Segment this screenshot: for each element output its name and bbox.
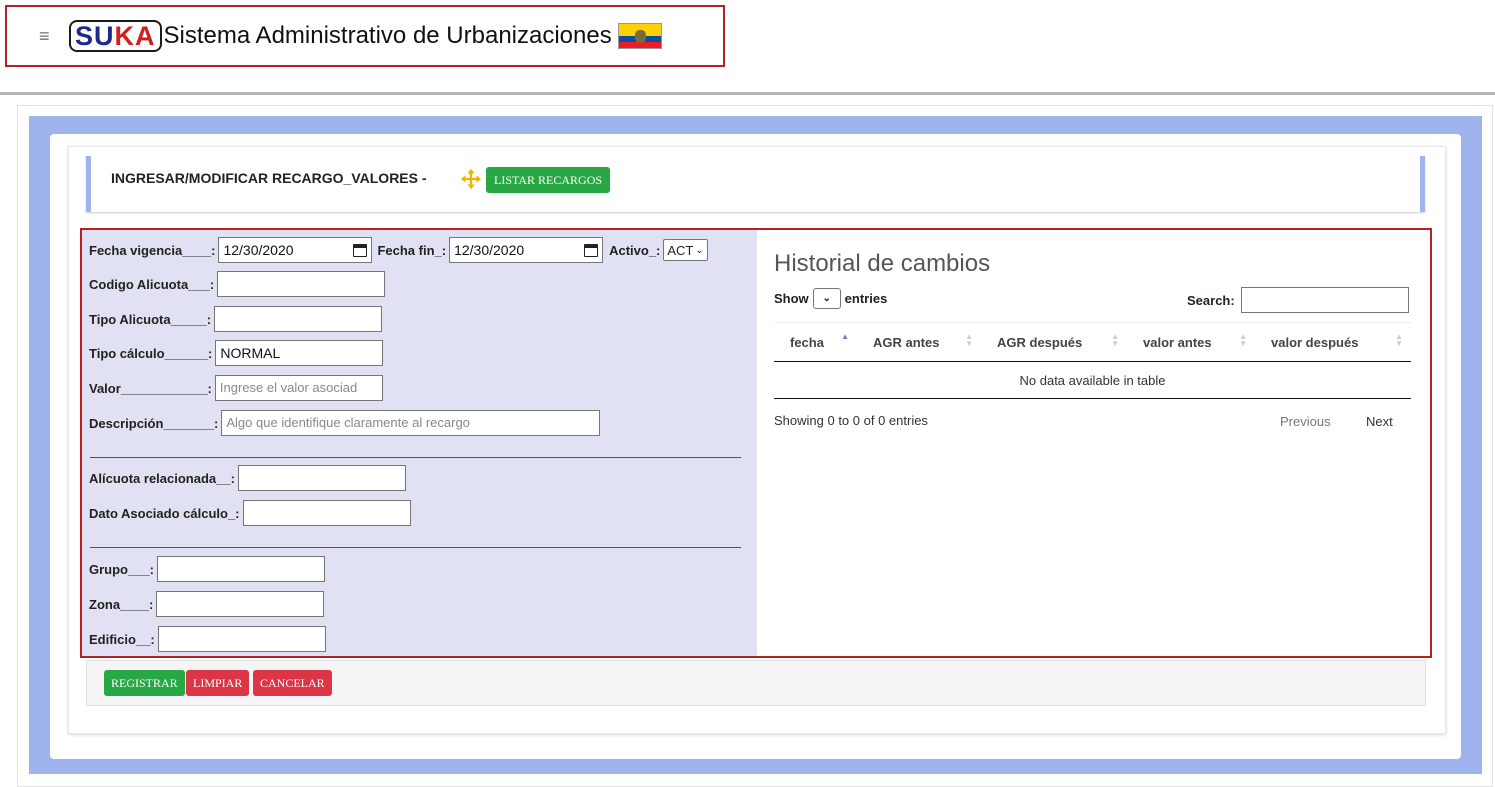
sort-icon: ▲ ▼ xyxy=(1239,331,1247,348)
row-tipo-alicuota: Tipo Alicuota_____: xyxy=(89,306,383,332)
history-title: Historial de cambios xyxy=(774,250,991,277)
ecuador-flag-icon xyxy=(617,23,662,49)
row-descripcion: Descripción_______: Algo que identifique… xyxy=(89,410,601,436)
logo-text-part1: SU xyxy=(75,20,115,51)
column-fecha[interactable]: fecha ▲ xyxy=(774,331,857,350)
previous-page-button[interactable]: Previous xyxy=(1280,414,1331,429)
fecha-vigencia-label: Fecha vigencia____: xyxy=(89,242,216,258)
search-label: Search: xyxy=(1187,292,1235,308)
form-actions: REGISTRAR LIMPIAR CANCELAR xyxy=(86,660,1426,706)
sort-icon: ▲ xyxy=(841,331,849,341)
register-button[interactable]: REGISTRAR xyxy=(104,670,185,696)
tipo-alicuota-label: Tipo Alicuota_____: xyxy=(89,311,212,327)
calendar-icon[interactable] xyxy=(353,243,368,257)
history-panel: Historial de cambios Show ⌄ entries Sear… xyxy=(757,230,1430,656)
separator-line xyxy=(90,457,741,458)
move-arrows-icon[interactable] xyxy=(460,168,482,190)
row-zona: Zona____: xyxy=(89,591,325,617)
logo-text-part2: KA xyxy=(114,20,156,51)
row-alicuota-relacionada: Alícuota relacionada__: xyxy=(89,465,406,491)
brand-box: ≡ SU KA Sistema Administrativo de Urbaniz… xyxy=(5,5,725,67)
entries-label: entries xyxy=(844,291,888,306)
table-info: Showing 0 to 0 of 0 entries xyxy=(774,413,928,428)
list-surcharges-button[interactable]: LISTAR RECARGOS xyxy=(486,167,611,193)
suka-logo: SU KA xyxy=(69,20,162,52)
column-agr-despues[interactable]: AGR después ▲ ▼ xyxy=(981,331,1127,350)
column-agr-antes[interactable]: AGR antes ▲ ▼ xyxy=(857,331,981,350)
grupo-input[interactable] xyxy=(157,556,326,582)
activo-value: ACT xyxy=(667,242,694,258)
app-title: Sistema Administrativo de Urbanizaciones xyxy=(163,22,612,49)
row-dates: Fecha vigencia____: 12/30/2020 Fecha fin… xyxy=(89,237,708,263)
clear-button[interactable]: LIMPIAR xyxy=(186,670,250,696)
row-edificio: Edificio__: xyxy=(89,626,326,652)
sort-icon: ▲ ▼ xyxy=(965,331,973,348)
sort-icon: ▲ ▼ xyxy=(1395,331,1403,348)
row-tipo-calculo: Tipo cálculo______: NORMAL xyxy=(89,340,384,366)
tipo-calculo-label: Tipo cálculo______: xyxy=(89,345,213,361)
grupo-label: Grupo___: xyxy=(89,561,155,577)
fecha-fin-value: 12/30/2020 xyxy=(454,242,525,258)
header-divider xyxy=(0,92,1495,95)
zona-input[interactable] xyxy=(156,591,325,617)
show-entries: Show ⌄ entries xyxy=(774,288,887,309)
column-valor-antes[interactable]: valor antes ▲ ▼ xyxy=(1127,331,1255,350)
separator-line xyxy=(90,547,741,548)
edificio-label: Edificio__: xyxy=(89,631,155,647)
valor-input[interactable]: Ingrese el valor asociad xyxy=(214,375,383,401)
menu-icon[interactable]: ≡ xyxy=(39,27,61,45)
search-box: Search: xyxy=(1187,287,1409,313)
codigo-alicuota-input[interactable] xyxy=(217,271,386,297)
tipo-calculo-input[interactable]: NORMAL xyxy=(215,340,384,366)
row-dato-asociado: Dato Asociado cálculo_: xyxy=(89,500,411,526)
page-title: INGRESAR/MODIFICAR RECARGO_VALORES - xyxy=(111,170,427,186)
fecha-vigencia-input[interactable]: 12/30/2020 xyxy=(218,237,373,263)
alicuota-relacionada-input[interactable] xyxy=(237,465,406,491)
descripcion-label: Descripción_______: xyxy=(89,415,219,431)
next-page-button[interactable]: Next xyxy=(1366,414,1393,429)
cancel-button[interactable]: CANCELAR xyxy=(253,670,332,696)
table-empty-row: No data available in table xyxy=(774,362,1411,399)
fecha-fin-label: Fecha fin_: xyxy=(377,242,447,258)
codigo-alicuota-label: Codigo Alicuota___: xyxy=(89,276,215,292)
top-bar: ≡ SU KA Sistema Administrativo de Urbaniz… xyxy=(0,0,1495,92)
calendar-icon[interactable] xyxy=(584,243,599,257)
show-label: Show xyxy=(774,291,809,306)
form-header: INGRESAR/MODIFICAR RECARGO_VALORES - LIS… xyxy=(86,156,1425,212)
activo-select[interactable]: ACT ⌄ xyxy=(663,239,708,261)
dato-asociado-label: Dato Asociado cálculo_: xyxy=(89,505,240,521)
edificio-input[interactable] xyxy=(157,626,326,652)
history-table: fecha ▲ AGR antes ▲ ▼ AGR después ▲ ▼ valo… xyxy=(774,322,1411,399)
alicuota-relacionada-label: Alícuota relacionada__: xyxy=(89,470,235,486)
descripcion-input[interactable]: Algo que identifique claramente al recar… xyxy=(221,410,601,436)
row-codigo: Codigo Alicuota___: xyxy=(89,271,386,297)
dato-asociado-input[interactable] xyxy=(242,500,411,526)
entries-select[interactable]: ⌄ xyxy=(812,288,841,309)
form-area: Fecha vigencia____: 12/30/2020 Fecha fin… xyxy=(80,228,1432,658)
chevron-down-icon: ⌄ xyxy=(695,244,704,256)
row-grupo: Grupo___: xyxy=(89,556,326,582)
fecha-vigencia-value: 12/30/2020 xyxy=(223,242,294,258)
tipo-alicuota-input[interactable] xyxy=(214,306,383,332)
sort-icon: ▲ ▼ xyxy=(1111,331,1119,348)
column-valor-despues[interactable]: valor después ▲ ▼ xyxy=(1255,331,1411,350)
fecha-fin-input[interactable]: 12/30/2020 xyxy=(449,237,604,263)
form-left-panel: Fecha vigencia____: 12/30/2020 Fecha fin… xyxy=(82,230,757,656)
zona-label: Zona____: xyxy=(89,596,154,612)
row-valor: Valor____________: Ingrese el valor asoc… xyxy=(89,375,383,401)
activo-label: Activo_: xyxy=(609,242,661,258)
valor-label: Valor____________: xyxy=(89,380,212,396)
search-input[interactable] xyxy=(1240,287,1409,313)
table-header: fecha ▲ AGR antes ▲ ▼ AGR después ▲ ▼ valo… xyxy=(774,322,1411,362)
